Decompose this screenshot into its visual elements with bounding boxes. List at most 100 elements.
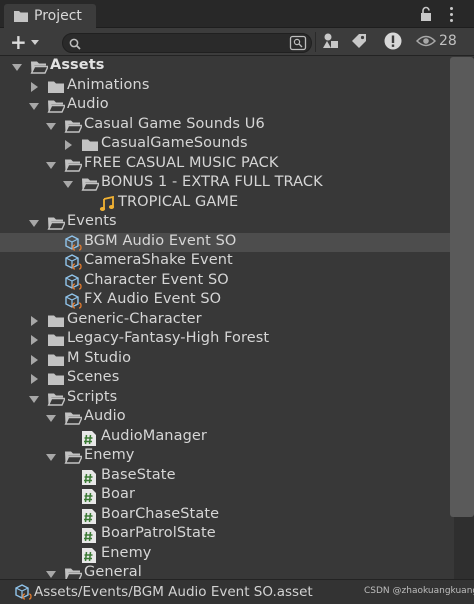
- project-tab[interactable]: Project: [4, 4, 96, 28]
- asset-row[interactable]: AudioManager: [0, 428, 454, 448]
- scriptable-object-icon: [64, 273, 82, 290]
- folder-row[interactable]: CasualGameSounds: [0, 135, 454, 155]
- tree-item-label: BaseState: [101, 466, 176, 483]
- asset-path: Assets/Events/BGM Audio Event SO.asset: [34, 584, 313, 600]
- expanded-arrow-icon[interactable]: [46, 122, 56, 130]
- collapsed-arrow-icon[interactable]: [31, 354, 38, 365]
- tree-item-label: Audio: [84, 408, 126, 424]
- asset-row[interactable]: BGM Audio Event SO: [0, 232, 454, 252]
- folder-open-icon: [47, 98, 67, 114]
- expanded-arrow-icon[interactable]: [29, 395, 39, 403]
- folder-icon: [81, 137, 99, 153]
- folder-open-icon: [47, 391, 67, 407]
- folder-open-icon: [64, 118, 84, 134]
- asset-row[interactable]: BoarChaseState: [0, 506, 454, 526]
- asset-row[interactable]: Enemy: [0, 545, 454, 565]
- expanded-arrow-icon[interactable]: [46, 161, 56, 169]
- tree-item-label: CameraShake Event: [84, 252, 233, 268]
- tree-item-label: Audio: [67, 96, 109, 112]
- more-options-icon[interactable]: [442, 5, 460, 23]
- tree-item-label: BoarPatrolState: [101, 525, 216, 541]
- collapsed-arrow-icon[interactable]: [31, 315, 38, 326]
- expanded-arrow-icon[interactable]: [46, 454, 56, 461]
- console-warning-icon[interactable]: [382, 30, 404, 52]
- expanded-arrow-icon[interactable]: [63, 181, 73, 188]
- asset-row[interactable]: BaseState: [0, 467, 454, 487]
- exclamation-icon: [384, 32, 402, 50]
- watermark: CSDN @zhaokuangkuang...: [364, 586, 474, 596]
- folder-row[interactable]: Scripts: [0, 389, 454, 409]
- folder-open-icon: [81, 176, 101, 192]
- expanded-arrow-icon[interactable]: [46, 571, 56, 578]
- scriptable-object-icon: [64, 254, 82, 270]
- csharp-script-icon: [81, 527, 99, 543]
- create-button[interactable]: +: [10, 32, 50, 52]
- tree-item-label: AudioManager: [101, 427, 207, 444]
- tree-item-label: Enemy: [84, 447, 135, 463]
- tree-item-label: Scripts: [67, 388, 118, 405]
- collapsed-arrow-icon[interactable]: [31, 335, 38, 345]
- folder-open-icon: [64, 449, 84, 465]
- search-by-type-icon[interactable]: [289, 35, 307, 51]
- folder-icon: [47, 313, 65, 329]
- csharp-script-icon: [81, 488, 99, 504]
- search-field[interactable]: [62, 33, 312, 53]
- shapes-icon: [323, 33, 338, 48]
- filter-by-type-icon[interactable]: [320, 30, 342, 52]
- tree-item-label: BONUS 1 - EXTRA FULL TRACK: [101, 174, 323, 190]
- folder-icon: [47, 352, 65, 368]
- folder-row[interactable]: Animations: [0, 77, 454, 97]
- folder-row[interactable]: Casual Game Sounds U6: [0, 116, 454, 136]
- folder-row[interactable]: General: [0, 564, 454, 579]
- tree-item-label: Assets: [50, 57, 105, 73]
- asset-row[interactable]: TROPICAL GAME: [0, 194, 454, 214]
- window-tab-bar: Project: [0, 0, 474, 28]
- csharp-script-icon: [81, 508, 99, 524]
- tree-item-label: Events: [67, 213, 117, 229]
- project-tree[interactable]: Assets Animations Audio Casual Game Sounds …: [0, 57, 454, 579]
- asset-row[interactable]: CameraShake Event: [0, 252, 454, 272]
- asset-row[interactable]: FX Audio Event SO: [0, 291, 454, 311]
- collapsed-arrow-icon[interactable]: [65, 140, 72, 150]
- scriptable-object-icon: [64, 293, 82, 309]
- folder-row[interactable]: Legacy-Fantasy-High Forest: [0, 330, 454, 350]
- filter-by-label-icon[interactable]: [348, 30, 370, 52]
- toolbar-divider: [315, 32, 316, 52]
- audio-clip-icon: [98, 195, 116, 212]
- tag-icon: [352, 34, 366, 48]
- folder-row[interactable]: Enemy: [0, 447, 454, 467]
- asset-row[interactable]: Character Event SO: [0, 272, 454, 292]
- folder-row[interactable]: Scenes: [0, 369, 454, 389]
- lock-icon[interactable]: [418, 6, 434, 22]
- hidden-packages-toggle[interactable]: 28: [416, 30, 457, 52]
- folder-icon: [47, 79, 65, 95]
- tree-item-label: M Studio: [67, 349, 132, 366]
- folder-row[interactable]: M Studio: [0, 350, 454, 370]
- asset-row[interactable]: Boar: [0, 486, 454, 506]
- tree-item-label: BGM Audio Event SO: [84, 232, 237, 249]
- tree-item-label: Casual Game Sounds U6: [84, 115, 265, 132]
- expanded-arrow-icon[interactable]: [46, 415, 56, 422]
- folder-icon: [14, 11, 28, 22]
- eye-icon: [416, 35, 436, 47]
- folder-row[interactable]: BONUS 1 - EXTRA FULL TRACK: [0, 174, 454, 194]
- folder-row[interactable]: Generic-Character: [0, 311, 454, 331]
- csharp-script-icon: [81, 547, 99, 563]
- folder-row[interactable]: Audio: [0, 408, 454, 428]
- csharp-script-icon: [81, 469, 99, 485]
- folder-row[interactable]: FREE CASUAL MUSIC PACK: [0, 155, 454, 175]
- expanded-arrow-icon[interactable]: [12, 64, 22, 71]
- asset-row[interactable]: BoarPatrolState: [0, 525, 454, 545]
- tree-item-label: Enemy: [101, 544, 152, 561]
- expanded-arrow-icon[interactable]: [29, 103, 39, 110]
- tree-item-label: BoarChaseState: [101, 505, 220, 522]
- folder-row[interactable]: Events: [0, 213, 454, 233]
- folder-row[interactable]: Assets: [0, 57, 454, 77]
- folder-row[interactable]: Audio: [0, 96, 454, 116]
- scriptable-object-icon: [15, 584, 32, 600]
- expanded-arrow-icon[interactable]: [29, 220, 39, 227]
- search-input[interactable]: [87, 35, 277, 51]
- collapsed-arrow-icon[interactable]: [31, 374, 38, 384]
- scrollbar-thumb[interactable]: [450, 57, 474, 517]
- collapsed-arrow-icon[interactable]: [31, 81, 38, 92]
